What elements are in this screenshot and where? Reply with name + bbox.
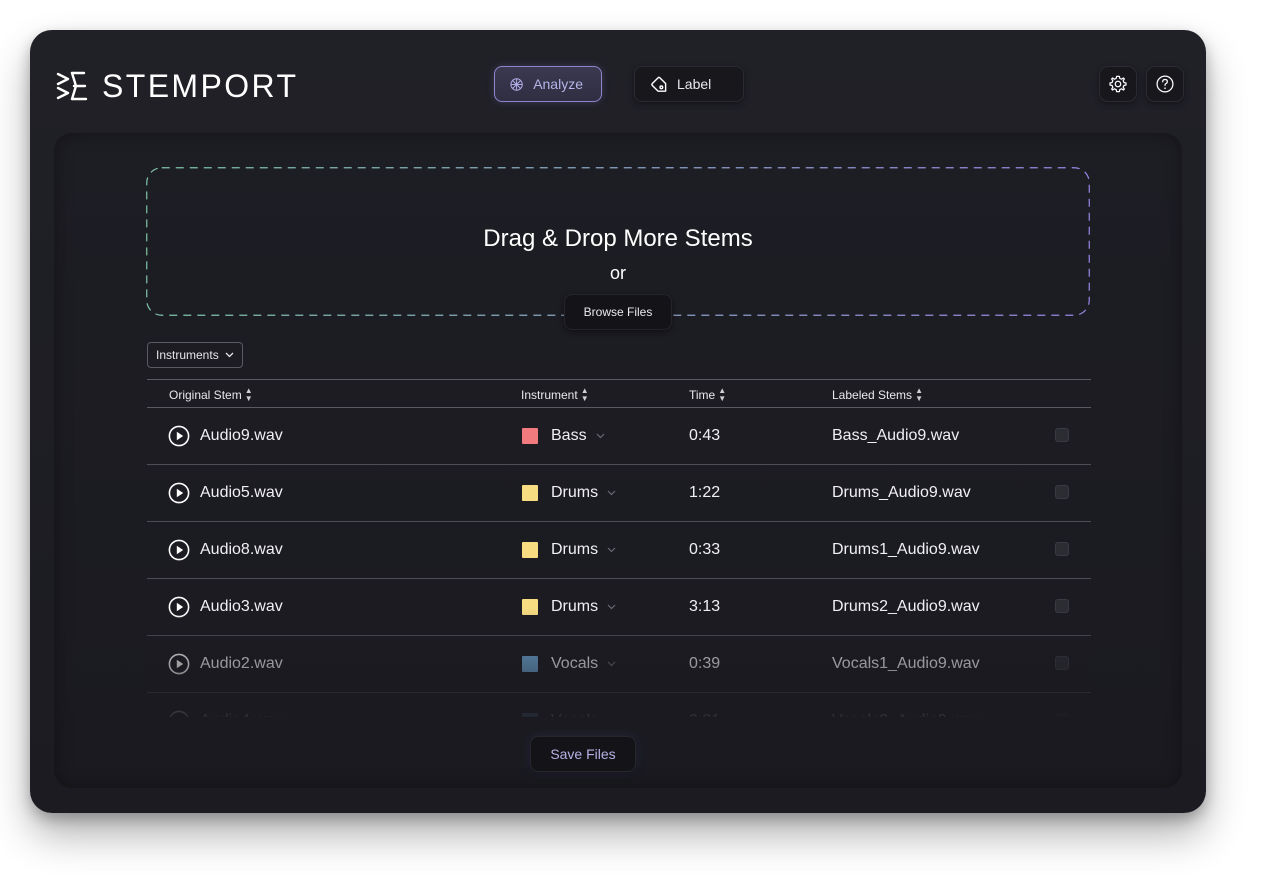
instrument-select[interactable]: Bass	[522, 408, 605, 464]
instrument-select[interactable]: Drums	[522, 522, 616, 578]
stem-filename: Audio3.wav	[200, 598, 283, 615]
labeled-stem-name: Drums1_Audio9.wav	[832, 541, 980, 558]
header-labeled-stems-label: Labeled Stems	[832, 388, 913, 402]
table-header: Original Stem ▲ ▼ Instrument ▲ ▼ Time ▲ ▼ L…	[147, 379, 1091, 408]
chevron-down-icon	[225, 352, 234, 358]
sort-icon: ▲ ▼	[244, 386, 253, 403]
row-checkbox[interactable]	[1055, 713, 1069, 717]
instrument-color-swatch	[522, 713, 538, 717]
stem-filename: Audio8.wav	[200, 541, 283, 558]
app-logo: STEMPORT	[54, 70, 298, 102]
stems-table: Original Stem ▲ ▼ Instrument ▲ ▼ Time ▲ ▼ L…	[147, 379, 1091, 717]
app-window: STEMPORT Analyze Label Drag & Drop More …	[30, 30, 1206, 813]
chevron-down-icon	[607, 604, 616, 610]
header-time-label: Time	[689, 388, 716, 402]
labeled-stem-name: Drums_Audio9.wav	[832, 484, 971, 501]
chevron-down-icon	[607, 490, 616, 496]
row-checkbox[interactable]	[1055, 656, 1069, 670]
play-icon[interactable]	[168, 425, 190, 447]
gear-icon	[1109, 75, 1127, 93]
browse-files-button[interactable]: Browse Files	[564, 294, 672, 330]
table-row[interactable]: Audio8.wav Drums 0:33 Drums1_Audio9.wav	[147, 522, 1091, 579]
instruments-filter-dropdown[interactable]: Instruments	[147, 342, 243, 368]
chevron-down-icon	[607, 547, 616, 553]
analyze-tab-label: Analyze	[533, 76, 583, 92]
play-icon[interactable]	[168, 539, 190, 561]
instrument-name: Vocals	[551, 712, 598, 717]
header-instrument[interactable]: Instrument ▲ ▼	[521, 386, 589, 403]
play-icon[interactable]	[168, 653, 190, 675]
instrument-select[interactable]: Drums	[522, 579, 616, 635]
stem-filename: Audio4.wav	[200, 693, 283, 717]
label-tab-label: Label	[677, 76, 712, 92]
instrument-color-swatch	[522, 599, 538, 615]
main-panel: Drag & Drop More Stems or Browse Files I…	[54, 133, 1182, 788]
play-icon[interactable]	[168, 710, 190, 717]
instrument-color-swatch	[522, 542, 538, 558]
analyze-icon	[510, 77, 523, 91]
stem-time: 0:21	[689, 693, 720, 717]
table-row[interactable]: Audio5.wav Drums 1:22 Drums_Audio9.wav	[147, 465, 1091, 522]
labeled-stem-name: Bass_Audio9.wav	[832, 427, 960, 444]
settings-button[interactable]	[1099, 66, 1137, 102]
instruments-filter-label: Instruments	[156, 348, 219, 362]
row-checkbox[interactable]	[1055, 542, 1069, 556]
tag-icon	[651, 76, 667, 92]
help-icon	[1156, 75, 1174, 93]
drop-zone[interactable]: Drag & Drop More Stems or Browse Files	[146, 167, 1090, 330]
stem-time: 0:43	[689, 427, 721, 444]
header-instrument-label: Instrument	[521, 388, 578, 402]
instrument-color-swatch	[522, 485, 538, 501]
labeled-stem-name: Vocals2_Audio9.wav	[832, 693, 980, 717]
play-icon[interactable]	[168, 482, 190, 504]
header-time[interactable]: Time ▲ ▼	[689, 386, 726, 403]
sort-icon: ▲ ▼	[915, 386, 923, 403]
header-original-stem[interactable]: Original Stem ▲ ▼	[169, 386, 253, 403]
label-tab-button[interactable]: Label	[634, 66, 744, 102]
instrument-select[interactable]: Vocals	[522, 636, 616, 692]
logo-mark-icon	[56, 71, 88, 101]
instrument-color-swatch	[522, 428, 538, 444]
help-button[interactable]	[1146, 66, 1184, 102]
instrument-color-swatch	[522, 656, 538, 672]
stem-filename: Audio9.wav	[200, 427, 283, 444]
analyze-tab-button[interactable]: Analyze	[494, 66, 602, 102]
stem-time: 1:22	[689, 484, 721, 501]
instrument-select[interactable]: Drums	[522, 465, 616, 521]
table-row[interactable]: Audio9.wav Bass 0:43 Bass_Audio9.wav	[147, 408, 1091, 465]
sort-icon: ▲ ▼	[580, 386, 589, 403]
instrument-name: Vocals	[551, 655, 599, 672]
play-icon[interactable]	[168, 596, 190, 618]
instrument-name: Drums	[551, 484, 599, 501]
row-checkbox[interactable]	[1055, 599, 1069, 613]
instrument-name: Bass	[551, 427, 587, 444]
chevron-down-icon	[607, 661, 616, 667]
stem-time: 0:33	[689, 541, 721, 558]
instrument-name: Drums	[551, 541, 599, 558]
stem-filename: Audio2.wav	[200, 655, 283, 672]
stem-time: 3:13	[689, 598, 721, 615]
drop-zone-or: or	[609, 263, 626, 283]
table-row[interactable]: Audio2.wav Vocals 0:39 Vocals1_Audio9.wa…	[147, 636, 1091, 693]
drop-zone-title: Drag & Drop More Stems	[483, 225, 753, 252]
stem-filename: Audio5.wav	[200, 484, 283, 501]
save-files-button[interactable]: Save Files	[530, 736, 636, 772]
chevron-down-icon	[596, 433, 605, 439]
table-row[interactable]: Audio3.wav Drums 3:13 Drums2_Audio9.wav	[147, 579, 1091, 636]
labeled-stem-name: Vocals1_Audio9.wav	[832, 655, 980, 672]
sort-icon: ▲ ▼	[718, 386, 726, 403]
header-original-stem-label: Original Stem	[169, 388, 242, 402]
header-labeled-stems[interactable]: Labeled Stems ▲ ▼	[832, 386, 923, 403]
table-row[interactable]: Audio4.wav Vocals 0:21 Vocals2_Audio9.wa…	[147, 693, 1091, 717]
instrument-select[interactable]: Vocals	[522, 693, 616, 717]
labeled-stem-name: Drums2_Audio9.wav	[832, 598, 980, 615]
instrument-name: Drums	[551, 598, 599, 615]
row-checkbox[interactable]	[1055, 485, 1069, 499]
stem-time: 0:39	[689, 655, 721, 672]
app-name: STEMPORT	[102, 68, 299, 104]
row-checkbox[interactable]	[1055, 428, 1069, 442]
